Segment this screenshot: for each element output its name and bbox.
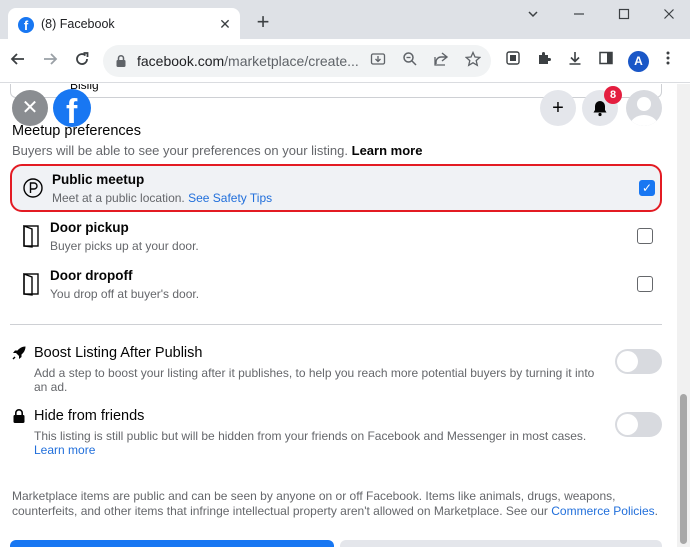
notification-badge: 8 xyxy=(604,86,622,104)
facebook-logo-icon[interactable]: f xyxy=(53,89,91,127)
forward-arrow-icon[interactable] xyxy=(38,49,62,73)
url-path: /marketplace/create... xyxy=(224,53,359,69)
browser-toolbar: facebook.com/marketplace/create... A xyxy=(0,39,690,83)
bookmark-star-icon[interactable] xyxy=(463,50,483,71)
boost-listing-toggle[interactable] xyxy=(615,349,662,374)
download-icon[interactable] xyxy=(564,50,586,72)
meetup-subtitle-text: Buyers will be able to see your preferen… xyxy=(12,143,349,158)
hide-from-friends-toggle[interactable] xyxy=(615,412,662,437)
scrollbar-thumb[interactable] xyxy=(680,394,687,544)
more-menu-icon[interactable] xyxy=(657,50,679,72)
address-bar[interactable]: facebook.com/marketplace/create... xyxy=(103,45,491,77)
door-pickup-desc: Buyer picks up at your door. xyxy=(50,239,199,253)
public-meetup-desc: Meet at a public location. See Safety Ti… xyxy=(52,191,272,205)
marketplace-create-page: Bislig ✕ f + 8 Meetup preferences Buyers… xyxy=(0,84,677,547)
door-dropoff-checkbox[interactable] xyxy=(637,276,653,292)
commerce-policies-link[interactable]: Commerce Policies xyxy=(551,504,654,518)
browser-profile-avatar[interactable]: A xyxy=(628,51,649,72)
rocket-icon xyxy=(12,346,26,360)
door-dropoff-title: Door dropoff xyxy=(50,268,133,283)
section-divider xyxy=(10,324,662,325)
meetup-preferences-title: Meetup preferences xyxy=(12,123,141,139)
lock-icon xyxy=(116,54,126,67)
hide-learn-more-link[interactable]: Learn more xyxy=(34,443,95,457)
tab-search-icon[interactable] xyxy=(521,5,545,25)
door-pickup-checkbox[interactable] xyxy=(637,228,653,244)
door-pickup-title: Door pickup xyxy=(50,220,129,235)
safety-tips-link[interactable]: See Safety Tips xyxy=(188,191,272,205)
lock-icon xyxy=(13,409,25,423)
url-host: facebook.com xyxy=(137,53,225,69)
marketplace-policy-notice: Marketplace items are public and can be … xyxy=(12,489,664,518)
hide-from-friends-desc: This listing is still public but will be… xyxy=(34,429,604,457)
install-app-icon[interactable] xyxy=(368,51,388,71)
public-meetup-title: Public meetup xyxy=(52,172,145,187)
back-arrow-icon[interactable] xyxy=(6,49,30,73)
tab-title: (8) Facebook xyxy=(41,17,115,31)
hide-from-friends-title: Hide from friends xyxy=(34,408,145,424)
parking-icon xyxy=(23,178,43,198)
learn-more-link[interactable]: Learn more xyxy=(352,143,423,158)
close-icon[interactable]: ✕ xyxy=(12,90,48,126)
extensions-icon[interactable] xyxy=(533,50,555,72)
door-dropoff-desc: You drop off at buyer's door. xyxy=(50,287,200,301)
public-meetup-checkbox[interactable]: ✓ xyxy=(639,180,655,196)
meetup-preferences-subtitle: Buyers will be able to see your preferen… xyxy=(12,143,422,158)
facebook-logo-letter: f xyxy=(66,93,78,127)
boost-listing-title: Boost Listing After Publish xyxy=(34,345,203,361)
door-icon xyxy=(23,272,39,296)
maximize-icon[interactable] xyxy=(612,5,636,25)
publish-button[interactable] xyxy=(10,540,334,547)
public-meetup-desc-text: Meet at a public location. xyxy=(52,191,185,205)
policy-text: Marketplace items are public and can be … xyxy=(12,489,616,518)
toggle-knob xyxy=(617,351,638,372)
boost-listing-desc: Add a step to boost your listing after i… xyxy=(34,366,595,394)
close-window-icon[interactable] xyxy=(657,5,681,25)
new-tab-button[interactable]: + xyxy=(252,11,274,33)
toggle-knob xyxy=(617,414,638,435)
screenshot-icon[interactable] xyxy=(502,50,524,72)
door-dropoff-option[interactable]: Door dropoff You drop off at buyer's doo… xyxy=(10,262,662,310)
create-button[interactable]: + xyxy=(540,90,576,126)
zoom-icon[interactable] xyxy=(400,51,420,71)
avatar[interactable] xyxy=(626,90,662,126)
page-scrollbar[interactable] xyxy=(677,84,690,547)
facebook-favicon-icon: f xyxy=(18,17,34,33)
side-panel-icon[interactable] xyxy=(595,50,617,72)
door-icon xyxy=(23,224,39,248)
profile-placeholder-icon xyxy=(630,97,658,126)
policy-end: . xyxy=(654,503,658,518)
tab-close-icon[interactable]: ✕ xyxy=(216,15,234,33)
door-pickup-option[interactable]: Door pickup Buyer picks up at your door. xyxy=(10,214,662,262)
share-icon[interactable] xyxy=(431,51,451,71)
secondary-button[interactable] xyxy=(340,540,662,547)
public-meetup-option[interactable]: Public meetup Meet at a public location.… xyxy=(10,164,662,212)
hide-from-friends-desc-text: This listing is still public but will be… xyxy=(34,429,587,443)
minimize-icon[interactable] xyxy=(567,5,591,25)
url-text: facebook.com/marketplace/create... xyxy=(137,53,359,69)
reload-icon[interactable] xyxy=(70,49,94,73)
